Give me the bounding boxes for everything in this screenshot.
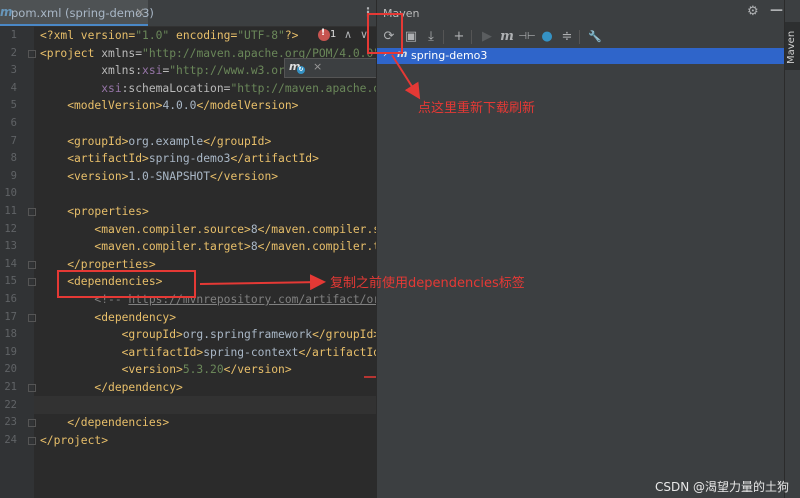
add-maven-project-icon[interactable]: +	[449, 27, 469, 47]
editor-pane[interactable]: m pom.xml (spring-demo3) × ⋮ 1 2 3 4 5 6 7 8 9 10…	[0, 0, 376, 498]
toolbar-separator	[471, 30, 472, 44]
line-number: 1	[10, 29, 17, 41]
maven-settings-icon[interactable]: 🔧	[585, 27, 605, 47]
fold-marker-icon[interactable]	[28, 208, 36, 216]
line-number: 21	[4, 381, 17, 393]
fold-marker-icon[interactable]	[28, 49, 36, 58]
maven-toolbar: ⟳ ▣ ⤓ + ▶ m ⊣⊢ ● ≑ 🔧	[377, 26, 785, 49]
line-number: 2	[10, 46, 17, 59]
code-line: <artifactId>spring-context</artifactId>	[40, 345, 376, 359]
line-number: 23	[4, 416, 17, 429]
line-number: 8	[10, 152, 17, 165]
code-line: <?xml version="1.0" encoding="UTF-8"?>	[40, 29, 299, 42]
tab-label: pom.xml (spring-demo3)	[11, 6, 154, 20]
toolbar-separator	[579, 30, 580, 44]
line-number: 5	[10, 99, 17, 112]
run-maven-build-icon[interactable]: ▶	[477, 27, 497, 47]
code-line: </project>	[40, 433, 109, 447]
line-number: 15	[4, 275, 17, 288]
annotation-dependencies-note: 复制之前使用dependencies标签	[330, 276, 525, 291]
code-line: <groupId>org.example</groupId>	[40, 134, 272, 148]
code-line: <groupId>org.springframework</groupId>	[40, 328, 376, 342]
maven-header: Maven ⚙ —	[377, 0, 785, 26]
line-number: 16	[4, 293, 17, 305]
maven-side-button[interactable]: Maven	[785, 22, 800, 70]
code-line: </dependencies>	[40, 416, 170, 430]
skip-tests-icon[interactable]: ●	[537, 27, 557, 47]
tree-item-spring-demo3[interactable]: › m spring-demo3	[377, 48, 785, 64]
line-number: 18	[4, 328, 17, 341]
collapse-all-icon[interactable]: ≑	[557, 27, 577, 47]
right-tool-strip: Maven	[784, 0, 800, 498]
tree-item-label: spring-demo3	[411, 49, 488, 62]
load-maven-changes-icon[interactable]: m ↻	[289, 60, 305, 74]
code-line: <version>5.3.20</version>	[40, 363, 292, 377]
line-number: 3	[10, 64, 17, 77]
code-line: <maven.compiler.source>8</maven.compiler…	[40, 222, 376, 236]
toggle-offline-mode-icon[interactable]: ⊣⊢	[517, 27, 537, 47]
code-line: <maven.compiler.target>8</maven.compiler…	[40, 240, 376, 254]
fold-marker-icon[interactable]	[28, 436, 36, 445]
code-line: xsi:schemaLocation="http://maven.apache.…	[101, 81, 376, 95]
annotation-highlight-box-reload	[367, 13, 403, 54]
code-line: <modelVersion>4.0.0</modelVersion>	[40, 99, 299, 113]
line-number: 10	[4, 187, 17, 200]
maven-side-label: Maven	[786, 30, 797, 64]
editor-tab-bar: m pom.xml (spring-demo3) × ⋮	[0, 0, 376, 27]
fold-marker-icon[interactable]	[28, 260, 36, 269]
code-line: <dependency>	[40, 310, 177, 324]
line-number: 9	[10, 169, 17, 182]
line-number: 17	[4, 310, 17, 323]
maven-load-changes-popup[interactable]: m ↻ ×	[284, 58, 376, 78]
line-number: 7	[10, 134, 17, 147]
close-popup-icon[interactable]: ×	[313, 60, 322, 73]
close-tab-icon[interactable]: ×	[135, 5, 145, 19]
line-number: 22	[4, 398, 17, 411]
line-number: 12	[4, 222, 17, 235]
maven-tool-window: Maven ⚙ — ⟳ ▣ ⤓ + ▶ m ⊣⊢ ● ≑ 🔧 › m spring-demo3	[376, 0, 785, 498]
line-number: 4	[10, 81, 17, 94]
editor-tab-pom-xml[interactable]: m pom.xml (spring-demo3) ×	[0, 0, 154, 26]
line-number: 24	[4, 433, 17, 446]
previous-highlight-icon[interactable]: ∧	[344, 28, 352, 41]
code-line: <version>1.0-SNAPSHOT</version>	[40, 169, 279, 183]
line-number-gutter: 1 2 3 4 5 6 7 8 9 10 11 12 13 14 15 16 17 18 19 20 21 22 23 24	[0, 26, 36, 498]
annotation-highlight-box-dependencies	[57, 270, 196, 298]
code-area[interactable]: <?xml version="1.0" encoding="UTF-8"?> <p…	[40, 26, 376, 498]
line-number: 19	[4, 345, 17, 358]
annotation-reload-note: 点这里重新下载刷新	[418, 101, 536, 116]
line-number: 14	[4, 257, 17, 270]
download-sources-icon[interactable]: ⤓	[421, 27, 441, 47]
line-number: 20	[4, 363, 17, 376]
generate-sources-icon[interactable]: ▣	[401, 27, 421, 47]
error-count: 1	[330, 29, 337, 40]
code-line: </dependency>	[40, 381, 183, 394]
minimize-icon[interactable]: —	[770, 3, 783, 18]
code-line: <artifactId>spring-demo3</artifactId>	[40, 152, 319, 166]
fold-marker-icon[interactable]	[28, 313, 36, 322]
toolbar-separator	[443, 30, 444, 44]
line-number: 13	[4, 240, 17, 253]
fold-marker-icon[interactable]	[28, 278, 36, 287]
line-number: 6	[10, 117, 17, 129]
fold-marker-icon[interactable]	[28, 384, 36, 392]
line-number: 11	[4, 205, 17, 217]
execute-maven-goal-icon[interactable]: m	[497, 27, 517, 47]
code-line: <properties>	[40, 205, 149, 218]
gear-icon[interactable]: ⚙	[747, 4, 759, 19]
watermark: CSDN @渴望力量的土狗	[655, 480, 790, 494]
fold-marker-icon[interactable]	[28, 419, 36, 428]
